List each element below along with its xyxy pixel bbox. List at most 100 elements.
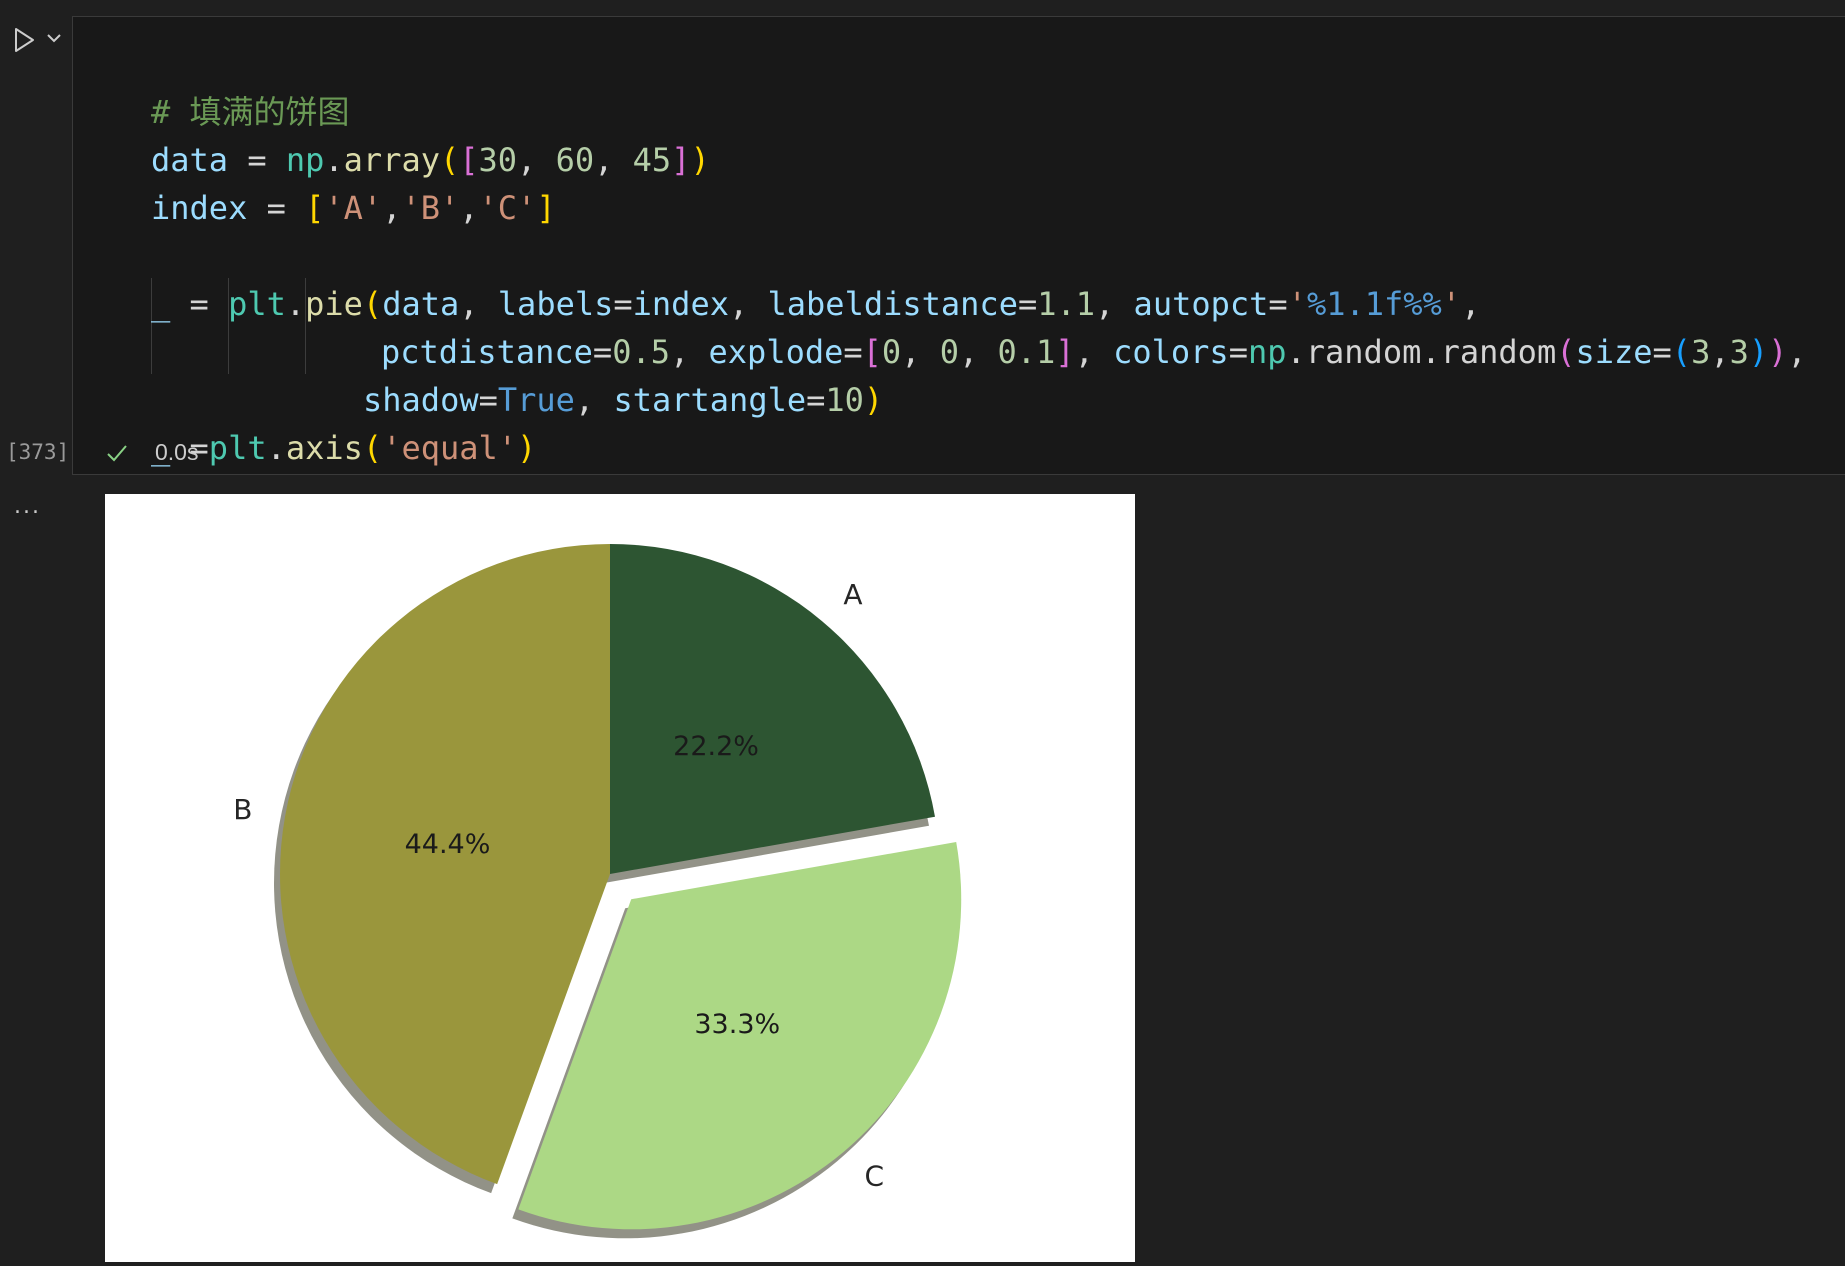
code-token: labels (497, 285, 614, 323)
code-token: 60 (555, 141, 595, 179)
code-token: , (574, 381, 614, 419)
code-token: ) (863, 381, 884, 419)
code-token: 3 (1691, 333, 1711, 371)
code-token: = (247, 189, 306, 227)
code-token: autopct (1133, 285, 1269, 323)
code-token: ( (1671, 333, 1692, 371)
code-token: 0 (881, 333, 902, 371)
code-line-7: shadow=True, startangle=10) (151, 376, 1807, 424)
code-token: = (228, 141, 286, 179)
execution-time: 0.0s (155, 439, 199, 465)
code-token: = (170, 285, 229, 323)
code-comment: # 填满的饼图 (151, 93, 350, 131)
code-token: 45 (632, 141, 672, 179)
code-token: True (497, 381, 575, 419)
code-token: , (669, 333, 709, 371)
play-icon (15, 28, 34, 52)
code-token: , (517, 141, 556, 179)
code-token: , (1095, 285, 1134, 323)
execution-count: [373] (6, 440, 70, 464)
code-token: , (901, 333, 940, 371)
code-token: index (151, 189, 248, 227)
code-token: ( (362, 429, 383, 467)
code-token: ) (1768, 333, 1788, 371)
pie-pct-label-A: 22.2% (673, 731, 759, 762)
code-token: ' (1441, 285, 1462, 323)
code-token: startangle (613, 381, 807, 419)
code-token: data (151, 141, 229, 179)
code-token: 'equal' (382, 429, 518, 467)
code-token: = (1228, 333, 1248, 371)
chevron-down-icon (47, 34, 61, 43)
code-token: shadow (363, 381, 479, 419)
code-token: , (459, 189, 479, 227)
code-token: , (1710, 333, 1730, 371)
pie-label-A: A (843, 578, 862, 611)
code-token: = (613, 285, 633, 323)
code-token: pctdistance (381, 333, 593, 371)
code-token: , (382, 189, 402, 227)
code-token: , (594, 141, 633, 179)
editor-top-strip (0, 0, 1845, 16)
pie-pct-label-C: 33.3% (694, 1009, 780, 1040)
code-token: [ (459, 141, 479, 179)
output-more-actions-button[interactable]: ... (14, 494, 41, 519)
code-token: 1.1 (1037, 285, 1096, 323)
code-token: . (1421, 333, 1441, 371)
pie-slice-A (610, 544, 935, 874)
code-token: 0 (939, 333, 959, 371)
code-token: , (1461, 285, 1481, 323)
code-token: pie (305, 285, 363, 323)
code-token: 'A' (324, 189, 383, 227)
code-token: 'B' (401, 189, 460, 227)
code-token: ) (1748, 333, 1769, 371)
code-token: = (592, 333, 613, 371)
code-token: np (285, 141, 325, 179)
code-token: = (1017, 285, 1038, 323)
code-line-3: index = ['A','B','C'] (151, 184, 1807, 232)
code-token: ] (1055, 333, 1075, 371)
code-token: _ (151, 285, 171, 323)
pie-chart: A 22.2% B 44.4% C 33.3% (233, 544, 962, 1239)
code-token: array (343, 141, 440, 179)
code-token: size (1575, 333, 1653, 371)
code-token: plt (228, 285, 286, 323)
code-content[interactable]: # 填满的饼图 data = np.array([30, 60, 45]) inde… (151, 40, 1807, 472)
code-line-8: _ =plt.axis('equal') (151, 424, 1807, 472)
code-token: , (1074, 333, 1114, 371)
code-token: = (1652, 333, 1672, 371)
code-line-1: # 填满的饼图 (151, 88, 1807, 136)
code-token: , (1787, 333, 1807, 371)
code-token: ( (362, 285, 383, 323)
code-token: %% (1403, 285, 1442, 323)
code-token: 0.1 (997, 333, 1056, 371)
run-cell-button[interactable] (10, 26, 38, 54)
code-token: . (1286, 333, 1306, 371)
code-token: random (1440, 333, 1557, 371)
run-options-dropdown[interactable] (44, 28, 64, 48)
code-line-6: pctdistance=0.5, explode=[0, 0, 0.1], co… (151, 328, 1807, 376)
output-figure: A 22.2% B 44.4% C 33.3% (105, 494, 1135, 1262)
code-line-2: data = np.array([30, 60, 45]) (151, 136, 1807, 184)
check-icon (107, 445, 127, 462)
code-token: %1.1f (1306, 285, 1404, 323)
code-token: . (285, 285, 306, 323)
code-token: , (728, 285, 768, 323)
code-token: 10 (825, 381, 864, 419)
code-token: ( (439, 141, 460, 179)
code-token: np (1247, 333, 1287, 371)
code-token: ' (1287, 285, 1307, 323)
code-token: = (843, 333, 863, 371)
code-token: [ (862, 333, 882, 371)
code-token: index (632, 285, 729, 323)
code-token: ) (517, 429, 537, 467)
code-token: ( (1556, 333, 1576, 371)
code-token: . (266, 429, 286, 467)
code-line-5: _ = plt.pie(data, labels=index, labeldis… (151, 280, 1807, 328)
code-token: plt (208, 429, 267, 467)
code-token: ] (536, 189, 556, 227)
code-token: colors (1113, 333, 1229, 371)
pie-label-C: C (865, 1159, 885, 1192)
code-token: = (1268, 285, 1288, 323)
